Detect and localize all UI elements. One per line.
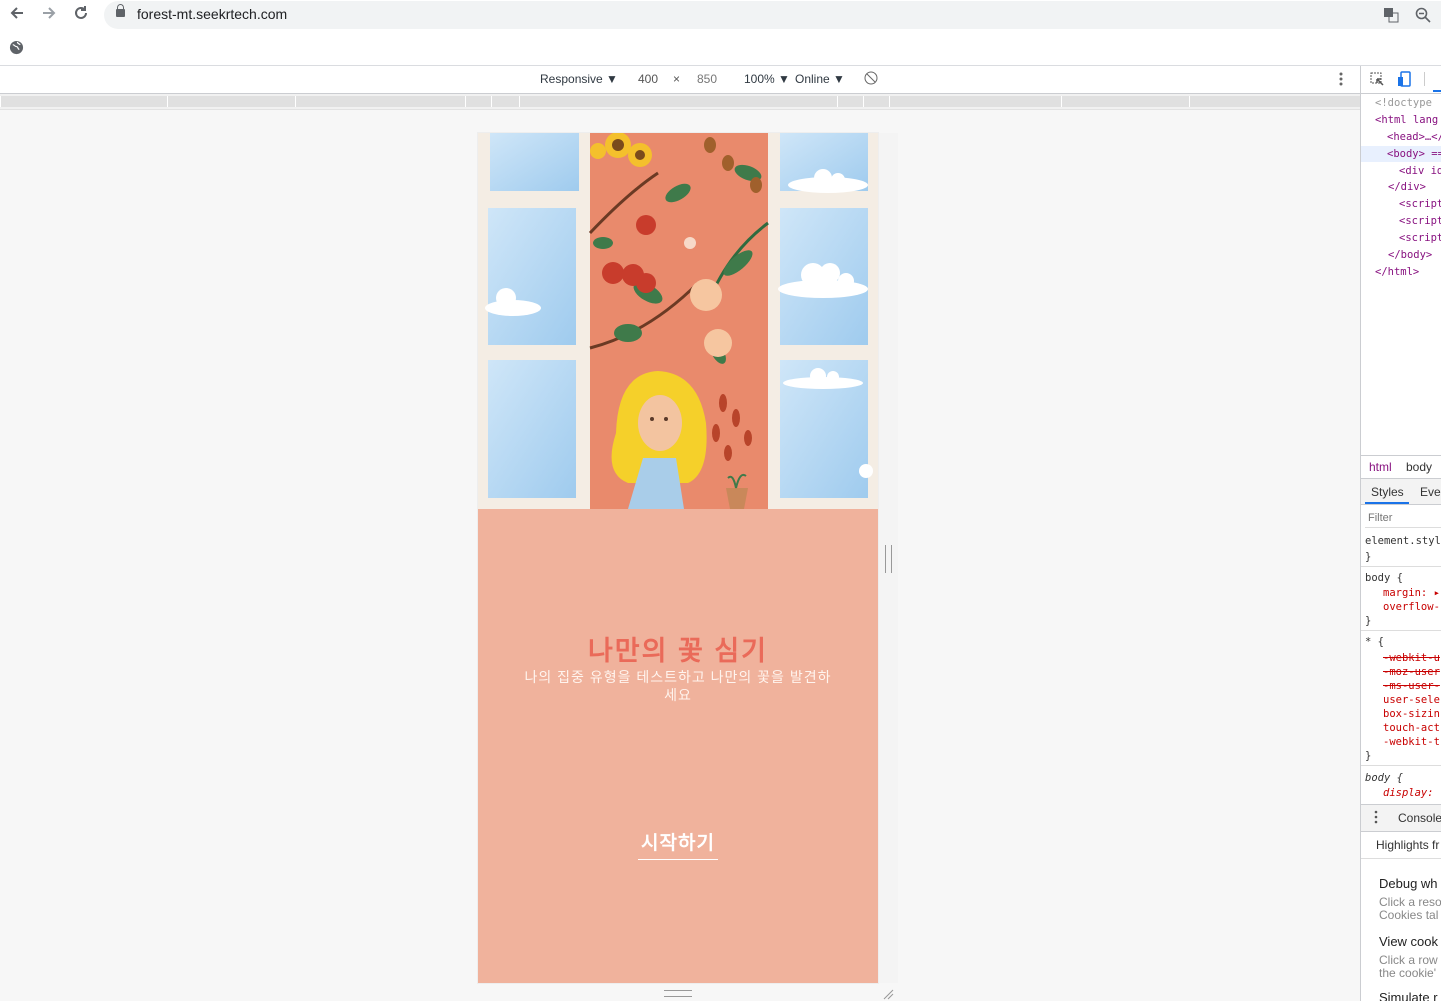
width-input[interactable]: 400 — [638, 72, 658, 86]
drawer-tabbar: Console — [1361, 804, 1441, 832]
dom-line[interactable]: <script — [1399, 232, 1441, 244]
arrow-right-icon — [43, 7, 56, 19]
drawer-item-desc: Click a row the cookie' — [1379, 953, 1438, 980]
device-select[interactable]: Responsive ▼ — [540, 72, 618, 86]
highlights-heading: Highlights fr — [1376, 838, 1440, 852]
breadcrumb-html[interactable]: html — [1369, 460, 1392, 474]
dom-line[interactable]: <div id — [1399, 165, 1441, 177]
divider — [1361, 765, 1441, 766]
reload-icon — [75, 6, 87, 19]
style-prop[interactable]: box-sizin — [1383, 708, 1440, 720]
style-prop-overridden[interactable]: -moz-user — [1383, 666, 1440, 678]
dom-line-selected[interactable]: <body> == — [1387, 148, 1441, 160]
network-select[interactable]: Online ▼ — [795, 72, 845, 86]
zoom-select[interactable]: 100% ▼ — [744, 72, 790, 86]
globe-icon[interactable] — [9, 40, 24, 60]
rule-close: } — [1365, 551, 1372, 563]
zoom-icon[interactable] — [1415, 7, 1431, 28]
rule-close: } — [1365, 615, 1372, 627]
body-selector-ua[interactable]: body { — [1365, 772, 1403, 784]
resize-handle-bottom[interactable] — [664, 990, 692, 997]
style-prop[interactable]: margin: ▸ — [1383, 587, 1440, 599]
rule-close: } — [1365, 750, 1372, 762]
lock-icon — [116, 4, 125, 17]
media-query-ruler[interactable] — [0, 94, 1361, 110]
style-prop[interactable]: user-sele — [1383, 694, 1440, 706]
style-prop-overridden[interactable]: -ms-user- — [1383, 680, 1440, 692]
inspect-icon[interactable] — [1370, 72, 1385, 90]
drawer-item-desc: Click a reso Cookies tal — [1379, 895, 1441, 922]
resize-corner-icon[interactable] — [882, 987, 894, 1005]
start-button[interactable]: 시작하기 — [638, 828, 718, 860]
style-prop[interactable]: overflow- — [1383, 601, 1440, 613]
tab-styles[interactable]: Styles — [1371, 485, 1404, 499]
breadcrumb: html body — [1361, 455, 1441, 479]
device-toolbar: Responsive ▼ 400 × 850 100% ▼ Online ▼ — [0, 66, 1360, 94]
more-options-icon[interactable] — [1337, 71, 1345, 90]
page-subtitle: 나의 집중 유형을 테스트하고 나만의 꽃을 발견하세요 — [524, 669, 832, 703]
drawer-item-title[interactable]: Simulate r — [1379, 990, 1438, 1001]
dom-line[interactable]: <head>…</ — [1387, 131, 1441, 143]
times-label: × — [673, 72, 681, 86]
translate-icon[interactable] — [1383, 7, 1399, 28]
dom-line[interactable]: <html lang — [1375, 114, 1438, 126]
drawer-item-title[interactable]: Debug wh — [1379, 876, 1438, 891]
arrow-left-icon — [10, 7, 23, 19]
devtools-panel: <!doctype <html lang <head>…</ <body> ==… — [1360, 66, 1441, 1001]
active-tab-indicator — [1433, 90, 1441, 92]
styles-tabbar: Styles Even — [1361, 479, 1441, 505]
tab-event-listeners[interactable]: Even — [1420, 485, 1441, 499]
dom-line[interactable]: <!doctype — [1375, 97, 1432, 109]
bookmarks-bar — [0, 32, 1441, 66]
tab-console[interactable]: Console — [1398, 811, 1441, 825]
url-field[interactable] — [104, 1, 1441, 29]
element-style-selector[interactable]: element.styl — [1365, 535, 1441, 547]
style-prop-overridden[interactable]: -webkit-u — [1383, 652, 1440, 664]
divider — [1361, 630, 1441, 631]
dom-line[interactable]: </html> — [1375, 266, 1419, 278]
dom-line[interactable]: </body> — [1388, 249, 1432, 261]
height-input[interactable]: 850 — [697, 72, 717, 86]
dom-line[interactable]: </div> — [1388, 181, 1426, 193]
forward-button[interactable] — [37, 4, 61, 26]
reload-button[interactable] — [69, 4, 93, 26]
resize-handle-right[interactable] — [885, 545, 892, 573]
drawer-subheader: Highlights fr — [1361, 832, 1441, 859]
drawer-item-title[interactable]: View cook — [1379, 934, 1438, 949]
styles-filter-input[interactable] — [1365, 509, 1441, 528]
divider — [1361, 566, 1441, 567]
breadcrumb-body[interactable]: body — [1406, 460, 1432, 474]
dom-line[interactable]: <script — [1399, 198, 1441, 210]
active-tab-indicator — [1365, 502, 1409, 504]
address-bar-row: forest-mt.seekrtech.com — [0, 0, 1441, 32]
devtools-toolbar — [1361, 66, 1441, 94]
mobile-page: 나만의 꽃 심기 나의 집중 유형을 테스트하고 나만의 꽃을 발견하세요 시작… — [478, 133, 878, 983]
style-prop[interactable]: touch-act — [1383, 722, 1440, 734]
rotate-icon[interactable] — [864, 71, 878, 88]
drawer-menu-icon[interactable] — [1374, 810, 1378, 827]
back-button[interactable] — [5, 4, 29, 26]
dom-line[interactable]: <script — [1399, 215, 1441, 227]
window-illustration — [478, 133, 878, 509]
device-mode-icon[interactable] — [1398, 71, 1412, 90]
style-prop[interactable]: -webkit-t — [1383, 736, 1440, 748]
divider — [1424, 72, 1425, 86]
body-selector[interactable]: body { — [1365, 572, 1403, 584]
style-prop[interactable]: display: — [1383, 787, 1434, 799]
universal-selector[interactable]: * { — [1365, 636, 1384, 648]
url-text[interactable]: forest-mt.seekrtech.com — [137, 6, 287, 22]
page-title: 나만의 꽃 심기 — [587, 636, 769, 666]
